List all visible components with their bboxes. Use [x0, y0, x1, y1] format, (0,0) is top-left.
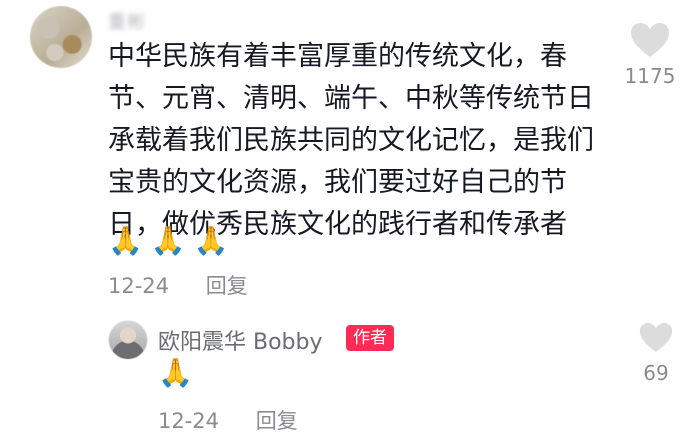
- author-avatar[interactable]: [108, 320, 148, 360]
- reply-button[interactable]: 回复: [206, 274, 248, 298]
- reply-username[interactable]: 欧阳震华 Bobby: [158, 324, 323, 356]
- comment-username[interactable]: 重彬: [108, 8, 146, 34]
- like-button[interactable]: 1175: [610, 22, 690, 88]
- reply-date: 12-24: [158, 409, 220, 433]
- reply-meta: 12-24 回复: [158, 405, 298, 435]
- reply-button[interactable]: 回复: [256, 409, 298, 433]
- emoji-row: 🙏🙏🙏: [108, 224, 237, 257]
- like-count: 1175: [624, 64, 676, 88]
- like-count: 69: [643, 361, 669, 385]
- avatar[interactable]: [30, 6, 92, 68]
- heart-icon: [631, 23, 669, 57]
- comment-meta: 12-24 回复: [108, 270, 248, 300]
- comment-text: 中华民族有着丰富厚重的传统文化，春节、元宵、清明、端午、中秋等传统节日承载着我们…: [108, 41, 594, 240]
- author-badge: 作者: [346, 325, 394, 351]
- reply-emoji: 🙏: [158, 356, 193, 389]
- like-button[interactable]: 69: [626, 322, 686, 385]
- heart-icon: [639, 323, 673, 352]
- comment-date: 12-24: [108, 274, 170, 298]
